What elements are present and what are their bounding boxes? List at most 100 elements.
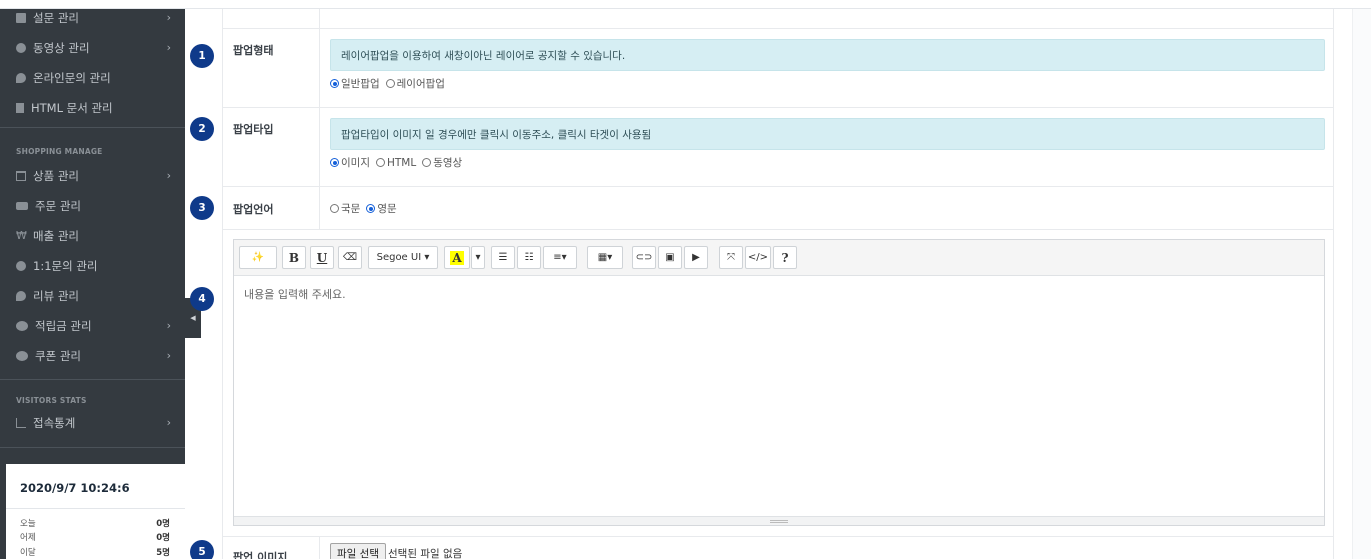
radio-english[interactable]: 영문 [366,201,397,216]
fullscreen-button[interactable]: ⤧ [719,246,743,269]
radio-label: 영문 [377,203,397,215]
paragraph-align-button[interactable]: ≡▾ [543,246,577,269]
sidebar-item-html-docs[interactable]: HTML 문서 관리 [0,93,185,123]
stat-row-yesterday: 어제 0명 [20,531,170,543]
editor-resize-handle[interactable] [234,516,1324,525]
bold-button[interactable]: B [282,246,306,269]
code-view-button[interactable]: </> [745,246,771,269]
table-icon: ▦▾ [597,252,613,263]
unordered-list-button[interactable]: ☰ [491,246,515,269]
sidebar-item-visit-stats[interactable]: 접속통계 › [0,408,185,438]
radio-label: 국문 [341,203,361,215]
sidebar-item-survey[interactable]: 설문 관리 › [0,3,185,33]
radio-dot [366,204,376,213]
sidebar-item-label: 1:1문의 관리 [33,259,98,273]
stat-value: 0명 [156,533,170,543]
bullet-list-icon: ☰ [498,252,508,263]
sidebar-item-sales[interactable]: ₩ 매출 관리 [0,221,185,251]
underline-button[interactable]: U [310,246,334,269]
editor-content-area[interactable]: 내용을 입력해 주세요. [234,276,1324,516]
table-button[interactable]: ▦▾ [587,246,623,269]
radio-dot [375,158,385,167]
magic-wand-icon: ✨ [251,252,265,263]
stat-row-today: 오늘 0명 [20,517,170,529]
stat-label: 오늘 [20,519,36,529]
sidebar-divider [0,447,185,448]
sidebar-item-label: 설문 관리 [33,11,79,25]
font-color-dropdown[interactable]: ▾ [471,246,485,269]
sidebar-item-points[interactable]: 적립금 관리 › [0,311,185,341]
chevron-right-icon: › [166,169,171,182]
sidebar-item-label: 상품 관리 [33,169,79,183]
page-scrollbar[interactable] [1352,9,1371,559]
font-family-select[interactable]: Segoe UI ▾ [368,246,438,269]
label-column-divider [319,29,320,108]
radio-normal-popup[interactable]: 일반팝업 [330,76,380,91]
stat-value: 5명 [156,548,170,558]
popup-image-label: 팝업 이미지 [233,551,288,559]
form-row-popup-form: 팝업형태 레이어팝업을 이용하여 새창이아닌 레이어로 공지할 수 있습니다. … [223,29,1333,108]
piggy-bank-icon [16,351,28,361]
label-column-divider [319,537,320,559]
sidebar-divider [0,379,185,380]
form-row-popup-language: 팝업언어 국문 영문 [223,187,1333,230]
underline-icon: U [316,250,328,265]
sidebar-heading-visitors: VISITORS STATS [16,396,87,405]
sidebar-item-reviews[interactable]: 리뷰 관리 [0,281,185,311]
step-badge-5: 5 [190,540,214,559]
radio-label: 이미지 [341,157,370,169]
radio-image[interactable]: 이미지 [330,155,370,170]
link-button[interactable]: ⊂⊃ [632,246,656,269]
style-button[interactable]: ✨ [239,246,277,269]
popup-type-radio-group: 이미지 HTML 동영상 [330,155,468,170]
radio-korean[interactable]: 국문 [330,201,360,216]
popup-form-label: 팝업형태 [233,44,274,57]
chevron-right-icon: › [166,11,171,24]
sidebar: 설문 관리 › 동영상 관리 › 온라인문의 관리 HTML 문서 관리 SHO… [0,9,185,559]
caret-down-icon: ▾ [475,252,481,263]
grip-icon [770,519,788,523]
fullscreen-icon: ⤧ [727,252,735,263]
font-color-icon: A [450,250,464,265]
picture-button[interactable]: ▣ [658,246,682,269]
radio-video[interactable]: 동영상 [422,155,462,170]
radio-dot [330,204,339,213]
video-button[interactable]: ▶ [684,246,708,269]
font-family-value: Segoe UI [376,252,422,263]
sidebar-item-orders[interactable]: 주문 관리 [0,191,185,221]
form-row-previous [223,9,1333,29]
sidebar-item-one-to-one[interactable]: 1:1문의 관리 [0,251,185,281]
radio-html[interactable]: HTML [375,157,416,169]
align-icon: ≡▾ [553,252,567,263]
sidebar-item-video[interactable]: 동영상 관리 › [0,33,185,63]
popup-language-radio-group: 국문 영문 [330,201,403,216]
font-color-button[interactable]: A [444,246,470,269]
sidebar-item-label: 리뷰 관리 [33,289,79,303]
step-badge-1: 1 [190,44,214,68]
chat-icon [16,291,26,301]
label-column-divider [319,187,320,230]
sidebar-item-label: 온라인문의 관리 [33,71,111,85]
help-button[interactable]: ? [773,246,797,269]
stats-divider [6,508,185,509]
editor-placeholder: 내용을 입력해 주세요. [244,288,346,301]
sidebar-item-online-inquiry[interactable]: 온라인문의 관리 [0,63,185,93]
chart-icon [16,418,26,428]
sidebar-item-products[interactable]: 상품 관리 › [0,161,185,191]
chevron-right-icon: › [166,416,171,429]
clear-format-button[interactable]: ⌫ [338,246,362,269]
chevron-right-icon: › [166,319,171,332]
radio-dot [330,158,339,167]
popup-form: 팝업형태 레이어팝업을 이용하여 새창이아닌 레이어로 공지할 수 있습니다. … [222,9,1334,559]
radio-label: 동영상 [433,157,463,169]
popup-type-label: 팝업타입 [233,123,274,136]
sidebar-divider [0,127,185,128]
radio-dot [422,158,432,167]
caret-down-icon: ▾ [424,252,430,263]
radio-layer-popup[interactable]: 레이어팝업 [385,76,445,91]
chevron-left-icon: ◀ [190,314,196,322]
file-select-button[interactable]: 파일 선택 [330,543,386,559]
link-icon: ⊂⊃ [635,252,653,263]
ordered-list-button[interactable]: ☷ [517,246,541,269]
sidebar-item-coupons[interactable]: 쿠폰 관리 › [0,341,185,371]
